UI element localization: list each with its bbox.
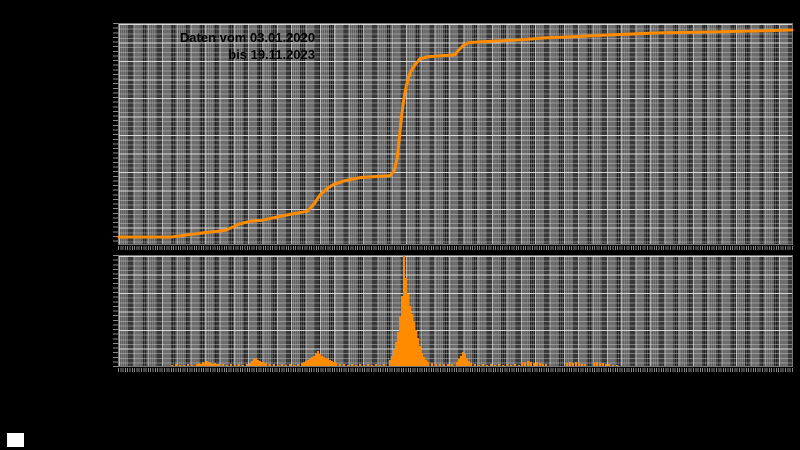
bar: [367, 364, 369, 366]
bar: [375, 364, 377, 366]
bar: [355, 365, 357, 366]
bar: [599, 363, 601, 366]
bars-layer: [119, 256, 792, 366]
bar: [478, 365, 480, 366]
bar: [265, 363, 267, 366]
bar: [187, 364, 189, 366]
bar: [339, 364, 341, 366]
bar: [530, 362, 532, 366]
bar: [242, 365, 244, 366]
bar: [379, 365, 381, 366]
bar: [518, 365, 520, 366]
bar: [474, 364, 476, 366]
bar: [539, 363, 541, 366]
bar: [183, 365, 185, 366]
bar: [542, 364, 544, 366]
bar: [566, 363, 568, 366]
top-panel-cumulative-chart: Daten vom 03.01.2020 bis 19.11.2023: [117, 23, 794, 245]
bar: [578, 363, 580, 366]
bar: [273, 364, 275, 366]
bar: [363, 365, 365, 366]
bar: [335, 363, 337, 366]
bar: [536, 362, 538, 366]
bar: [383, 364, 385, 366]
bottom-panel-daily-bars-chart: [118, 255, 793, 367]
bar: [171, 365, 173, 366]
bar: [569, 362, 571, 366]
bar: [439, 364, 441, 366]
bar: [602, 363, 604, 366]
x-axis-ticks-top-panel: [118, 246, 793, 250]
bar: [238, 364, 240, 366]
bar: [230, 364, 232, 366]
bar: [222, 364, 224, 366]
cumulative-curve-svg: [117, 28, 794, 239]
legend-key-box: [7, 433, 24, 447]
bar: [616, 365, 618, 366]
bar: [581, 364, 583, 366]
bar: [269, 364, 271, 366]
bar: [527, 361, 529, 366]
bar: [482, 364, 484, 366]
bar: [596, 362, 598, 366]
bar: [521, 363, 523, 366]
bar: [608, 364, 610, 366]
bar: [281, 364, 283, 366]
bar: [593, 363, 595, 366]
y-axis-ticks-bottom-panel: [113, 255, 118, 367]
y-axis-ticks-top-panel: [113, 23, 118, 245]
bar: [431, 363, 433, 366]
bar: [285, 365, 287, 366]
bar: [435, 364, 437, 366]
bar: [533, 363, 535, 366]
bar: [427, 362, 429, 366]
bar: [575, 362, 577, 366]
bar: [351, 364, 353, 366]
bar: [359, 364, 361, 366]
bar: [347, 365, 349, 366]
bar: [545, 364, 547, 366]
bar: [510, 365, 512, 366]
bar: [191, 365, 193, 366]
bar: [498, 364, 500, 366]
bar: [371, 365, 373, 366]
bar: [486, 365, 488, 366]
bar: [234, 365, 236, 366]
bar: [293, 365, 295, 366]
bar: [343, 364, 345, 366]
bar: [443, 364, 445, 366]
bar: [451, 364, 453, 366]
bar: [447, 364, 449, 366]
bar: [277, 365, 279, 366]
bar: [226, 365, 228, 366]
chart-root: { "annotation": { "line1": "Daten vom 03…: [0, 0, 800, 450]
bar: [490, 364, 492, 366]
bar: [524, 362, 526, 366]
bar: [605, 364, 607, 366]
bar: [179, 365, 181, 366]
bar: [470, 363, 472, 366]
bar: [289, 364, 291, 366]
bar: [175, 364, 177, 366]
x-axis-ticks-bottom-panel: [118, 368, 793, 372]
cumulative-curve: [117, 28, 794, 239]
bar: [572, 363, 574, 366]
bar: [584, 364, 586, 366]
bar: [514, 364, 516, 366]
bar: [506, 364, 508, 366]
bar: [297, 364, 299, 366]
bar: [218, 364, 220, 366]
bar: [494, 365, 496, 366]
bar: [612, 365, 614, 366]
bar: [502, 365, 504, 366]
bar: [246, 364, 248, 366]
